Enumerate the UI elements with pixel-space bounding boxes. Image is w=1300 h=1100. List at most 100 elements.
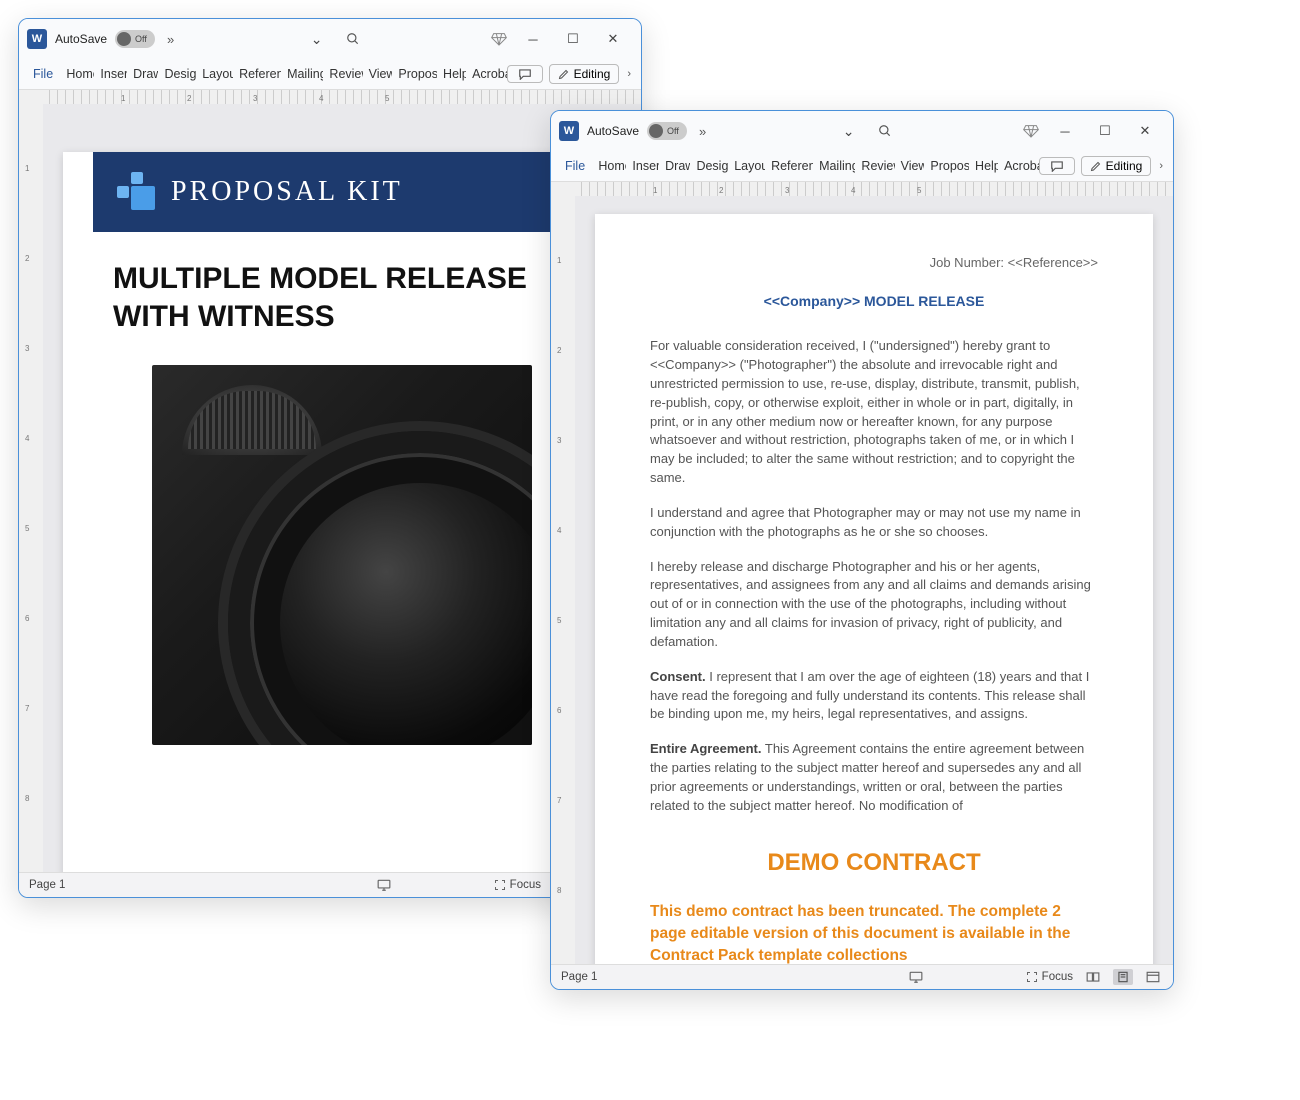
tab-insert[interactable]: Insert bbox=[94, 63, 127, 85]
ruler-mark: 4 bbox=[25, 434, 29, 443]
autosave-label: AutoSave bbox=[587, 124, 639, 138]
editing-mode-button[interactable]: Editing bbox=[1081, 156, 1152, 176]
doc2-title: <<Company>> MODEL RELEASE bbox=[650, 291, 1098, 311]
minimize-button[interactable]: ─ bbox=[1045, 117, 1085, 145]
tab-references[interactable]: References bbox=[233, 63, 281, 85]
ruler-mark: 1 bbox=[653, 186, 657, 195]
horizontal-ruler[interactable]: 1 2 3 4 5 bbox=[551, 182, 1173, 196]
page-viewport[interactable]: Job Number: <<Reference>> <<Company>> MO… bbox=[575, 196, 1173, 964]
web-layout-icon[interactable] bbox=[1143, 969, 1163, 985]
tab-file[interactable]: File bbox=[23, 63, 56, 85]
ruler-mark: 8 bbox=[25, 794, 29, 803]
comments-button[interactable] bbox=[1039, 157, 1075, 175]
tab-draw[interactable]: Draw bbox=[127, 63, 158, 85]
tab-layout[interactable]: Layout bbox=[728, 155, 765, 177]
word-window-1: W AutoSave Off » ⌄ ─ ☐ ✕ File Home Inser… bbox=[18, 18, 642, 898]
qat-overflow-icon[interactable]: » bbox=[695, 124, 710, 139]
ruler-mark: 2 bbox=[557, 346, 561, 355]
tab-home[interactable]: Home bbox=[60, 63, 94, 85]
ruler-mark: 4 bbox=[557, 526, 561, 535]
consent-label: Consent. bbox=[650, 669, 706, 684]
window-controls: ─ ☐ ✕ bbox=[513, 25, 633, 53]
tab-references[interactable]: References bbox=[765, 155, 813, 177]
ruler-mark: 5 bbox=[557, 616, 561, 625]
tab-help[interactable]: Help bbox=[437, 63, 466, 85]
focus-mode-button[interactable]: Focus bbox=[1026, 971, 1073, 983]
paragraph-entire-agreement: Entire Agreement. This Agreement contain… bbox=[650, 740, 1098, 815]
autosave-toggle[interactable]: Off bbox=[647, 122, 687, 140]
document-area: 1 2 3 4 5 6 7 8 PROPOSAL KIT MULTIPLE MO… bbox=[19, 104, 641, 872]
vertical-ruler[interactable]: 1 2 3 4 5 6 7 8 bbox=[19, 104, 43, 872]
premium-diamond-icon[interactable] bbox=[1023, 124, 1037, 138]
ribbon-overflow-icon[interactable]: › bbox=[1157, 160, 1165, 172]
ribbon-tabs: File Home Insert Draw Design Layout Refe… bbox=[551, 151, 1173, 182]
display-settings-icon[interactable] bbox=[906, 969, 926, 985]
autosave-label: AutoSave bbox=[55, 32, 107, 46]
ruler-mark: 7 bbox=[25, 704, 29, 713]
ruler-mark: 8 bbox=[557, 886, 561, 895]
tab-file[interactable]: File bbox=[555, 155, 588, 177]
entire-agreement-label: Entire Agreement. bbox=[650, 741, 762, 756]
tab-proposal[interactable]: Proposal bbox=[392, 63, 437, 85]
tab-design[interactable]: Design bbox=[158, 63, 196, 85]
dropdown-chevron-icon[interactable]: ⌄ bbox=[835, 117, 863, 145]
premium-diamond-icon[interactable] bbox=[491, 32, 505, 46]
demo-contract-heading: DEMO CONTRACT bbox=[650, 846, 1098, 881]
focus-mode-button[interactable]: Focus bbox=[494, 879, 541, 891]
tab-draw[interactable]: Draw bbox=[659, 155, 690, 177]
tab-design[interactable]: Design bbox=[690, 155, 728, 177]
close-button[interactable]: ✕ bbox=[593, 25, 633, 53]
ruler-mark: 3 bbox=[253, 94, 257, 103]
ruler-mark: 3 bbox=[557, 436, 561, 445]
window-controls: ─ ☐ ✕ bbox=[1045, 117, 1165, 145]
tab-review[interactable]: Review bbox=[323, 63, 362, 85]
camera-image bbox=[152, 365, 532, 745]
autosave-toggle[interactable]: Off bbox=[115, 30, 155, 48]
tab-home[interactable]: Home bbox=[592, 155, 626, 177]
display-settings-icon[interactable] bbox=[374, 877, 394, 893]
ribbon-overflow-icon[interactable]: › bbox=[625, 68, 633, 80]
search-icon[interactable] bbox=[339, 25, 367, 53]
paragraph-consent: Consent. I represent that I am over the … bbox=[650, 668, 1098, 725]
ruler-mark: 4 bbox=[851, 186, 855, 195]
close-button[interactable]: ✕ bbox=[1125, 117, 1165, 145]
tab-insert[interactable]: Insert bbox=[626, 155, 659, 177]
brand-text: PROPOSAL KIT bbox=[171, 176, 403, 208]
document-page[interactable]: PROPOSAL KIT MULTIPLE MODEL RELEASE WITH… bbox=[63, 152, 621, 872]
print-layout-icon[interactable] bbox=[1113, 969, 1133, 985]
tab-layout[interactable]: Layout bbox=[196, 63, 233, 85]
ruler-mark: 6 bbox=[25, 614, 29, 623]
dropdown-chevron-icon[interactable]: ⌄ bbox=[303, 25, 331, 53]
page-number-status[interactable]: Page 1 bbox=[561, 971, 597, 983]
tab-view[interactable]: View bbox=[895, 155, 925, 177]
proposal-kit-logo-icon bbox=[117, 172, 157, 212]
tab-acrobat[interactable]: Acrobat bbox=[998, 155, 1039, 177]
tab-acrobat[interactable]: Acrobat bbox=[466, 63, 507, 85]
page-number-status[interactable]: Page 1 bbox=[29, 879, 65, 891]
ruler-mark: 3 bbox=[25, 344, 29, 353]
tab-mailings[interactable]: Mailings bbox=[281, 63, 323, 85]
tab-mailings[interactable]: Mailings bbox=[813, 155, 855, 177]
paragraph-2: I understand and agree that Photographer… bbox=[650, 504, 1098, 542]
tab-proposal[interactable]: Proposal bbox=[924, 155, 969, 177]
comments-button[interactable] bbox=[507, 65, 543, 83]
focus-label: Focus bbox=[510, 879, 541, 891]
document-page[interactable]: Job Number: <<Reference>> <<Company>> MO… bbox=[595, 214, 1153, 964]
ruler-mark: 4 bbox=[319, 94, 323, 103]
tab-view[interactable]: View bbox=[363, 63, 393, 85]
read-mode-icon[interactable] bbox=[1083, 969, 1103, 985]
ruler-mark: 3 bbox=[785, 186, 789, 195]
horizontal-ruler[interactable]: 1 2 3 4 5 bbox=[19, 90, 641, 104]
editing-mode-button[interactable]: Editing bbox=[549, 64, 620, 84]
tab-review[interactable]: Review bbox=[855, 155, 894, 177]
vertical-ruler[interactable]: 1 2 3 4 5 6 7 8 bbox=[551, 196, 575, 964]
tab-help[interactable]: Help bbox=[969, 155, 998, 177]
maximize-button[interactable]: ☐ bbox=[553, 25, 593, 53]
ruler-mark: 5 bbox=[917, 186, 921, 195]
ruler-mark: 1 bbox=[25, 164, 29, 173]
editing-label: Editing bbox=[1106, 159, 1143, 173]
maximize-button[interactable]: ☐ bbox=[1085, 117, 1125, 145]
minimize-button[interactable]: ─ bbox=[513, 25, 553, 53]
qat-overflow-icon[interactable]: » bbox=[163, 32, 178, 47]
search-icon[interactable] bbox=[871, 117, 899, 145]
